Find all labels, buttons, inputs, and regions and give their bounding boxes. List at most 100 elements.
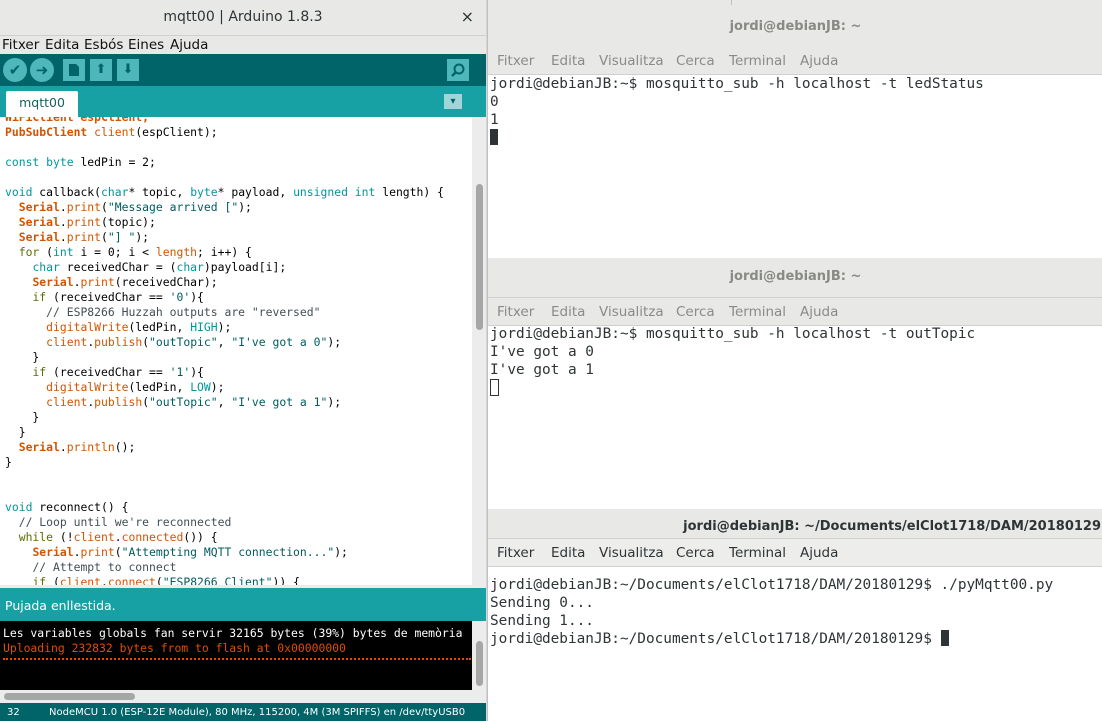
- tab-mqtt00[interactable]: mqtt00: [6, 91, 78, 117]
- menu-fitxer[interactable]: Fitxer: [497, 545, 534, 561]
- code-line: // Loop until we're reconnected: [18, 515, 232, 529]
- terminal-line: jordi@debianJB:~/Documents/elClot1718/DA…: [490, 577, 1054, 593]
- menu-edita[interactable]: Edita: [551, 53, 585, 69]
- chevron-down-icon[interactable]: ▾: [444, 94, 462, 109]
- menu-fitxer[interactable]: Fitxer: [2, 37, 39, 53]
- arduino-window: mqtt00 | Arduino 1.8.3 × Fitxer Edita Es…: [0, 0, 486, 721]
- terminal-menubar: Fitxer Edita Visualitza Cerca Terminal A…: [488, 539, 1102, 567]
- console-line: Les variables globals fan servir 32165 b…: [3, 626, 463, 640]
- code-line: while (!client.connected()) {: [18, 530, 218, 544]
- code-line: for (int i = 0; i < length; i++) {: [18, 245, 252, 259]
- menu-ajuda[interactable]: Ajuda: [800, 304, 838, 320]
- divider: [731, 0, 732, 5]
- menu-terminal[interactable]: Terminal: [729, 53, 786, 69]
- console-hscroll-thumb[interactable]: [4, 693, 135, 700]
- sketch-tabbar: mqtt00 ▾: [0, 86, 486, 117]
- terminal-title: jordi@debianJB: ~/Documents/elClot1718/D…: [683, 519, 1101, 534]
- terminal-output[interactable]: jordi@debianJB:~$ mosquitto_sub -h local…: [490, 75, 984, 147]
- terminal-cursor: [490, 379, 499, 396]
- arduino-menubar: Fitxer Edita Esbós Eines Ajuda: [0, 36, 486, 54]
- menu-ajuda[interactable]: Ajuda: [170, 37, 208, 53]
- menu-fitxer[interactable]: Fitxer: [497, 304, 534, 320]
- arduino-titlebar: mqtt00 | Arduino 1.8.3 ×: [0, 0, 486, 36]
- menu-fitxer[interactable]: Fitxer: [497, 53, 534, 69]
- code-line: Serial.print(receivedChar);: [32, 275, 218, 289]
- menu-eines[interactable]: Eines: [128, 37, 164, 53]
- code-line: }: [5, 455, 12, 469]
- code-line: void reconnect() {: [5, 500, 129, 514]
- terminal-prompt: jordi@debianJB:~/Documents/elClot1718/DA…: [490, 631, 941, 647]
- line-number: 32: [7, 707, 20, 718]
- menu-edita[interactable]: Edita: [551, 545, 585, 561]
- upload-button[interactable]: ➜: [30, 58, 54, 82]
- terminal-line: jordi@debianJB:~$ mosquitto_sub -h local…: [490, 326, 976, 342]
- menu-edita[interactable]: Edita: [45, 37, 79, 53]
- arrow-up-icon: ⬆: [95, 62, 107, 77]
- arrow-right-icon: ➜: [35, 61, 49, 79]
- terminal-line: Sending 1...: [490, 613, 594, 629]
- close-icon[interactable]: ×: [461, 7, 474, 26]
- terminal-window-ledstatus: jordi@debianJB: ~ Fitxer Edita Visualitz…: [487, 0, 1102, 258]
- upload-progress-dots: [3, 658, 471, 664]
- editor-scroll-thumb[interactable]: [476, 184, 483, 330]
- code-line: digitalWrite(ledPin, HIGH);: [46, 320, 232, 334]
- code-line: Serial.print(topic);: [18, 215, 156, 229]
- code-line: if (receivedChar == '1'){: [32, 365, 204, 379]
- arrow-down-icon: ⬇: [122, 62, 134, 77]
- code-line: Serial.print("Message arrived [");: [18, 200, 252, 214]
- checkmark-icon: ✔: [8, 61, 22, 79]
- terminal-cursor: [490, 129, 498, 145]
- verify-button[interactable]: ✔: [3, 58, 27, 82]
- window-title: mqtt00 | Arduino 1.8.3: [163, 9, 323, 25]
- menu-visualitza[interactable]: Visualitza: [599, 545, 664, 561]
- code-line: Serial.print("Attempting MQTT connection…: [32, 545, 348, 559]
- terminal-line: Sending 0...: [490, 595, 594, 611]
- code-line: Serial.print("] ");: [18, 230, 150, 244]
- menu-ajuda[interactable]: Ajuda: [800, 53, 838, 69]
- code-line: char receivedChar = (char)payload[i];: [32, 260, 287, 274]
- menu-esbos[interactable]: Esbós: [84, 37, 123, 53]
- code-line: // Attempt to connect: [32, 560, 177, 574]
- code-line: if (client.connect("ESP8266 Client")) {: [32, 575, 300, 585]
- terminal-output[interactable]: jordi@debianJB:~/Documents/elClot1718/DA…: [490, 576, 1053, 648]
- terminal-cursor: [940, 630, 949, 646]
- menu-edita[interactable]: Edita: [551, 304, 585, 320]
- code-line: const byte ledPin = 2;: [5, 155, 156, 169]
- terminal-window-python: jordi@debianJB: ~/Documents/elClot1718/D…: [487, 509, 1102, 721]
- terminal-menubar: Fitxer Edita Visualitza Cerca Terminal A…: [488, 47, 1102, 75]
- new-sketch-button[interactable]: [63, 59, 85, 81]
- code-line: client.publish("outTopic", "I've got a 1…: [46, 395, 342, 409]
- console-scroll-thumb[interactable]: [476, 641, 483, 686]
- output-console: Les variables globals fan servir 32165 b…: [0, 621, 472, 690]
- serial-monitor-button[interactable]: [447, 59, 469, 81]
- menu-terminal[interactable]: Terminal: [729, 304, 786, 320]
- menu-visualitza[interactable]: Visualitza: [599, 304, 664, 320]
- code-line: Serial.println();: [18, 440, 136, 454]
- code-line: // ESP8266 Huzzah outputs are "reversed": [46, 305, 321, 319]
- code-line: }: [5, 350, 40, 364]
- code-line: client.publish("outTopic", "I've got a 0…: [46, 335, 342, 349]
- terminal-line: I've got a 1: [490, 362, 594, 378]
- terminal-titlebar: jordi@debianJB: ~: [488, 0, 1102, 48]
- menu-ajuda[interactable]: Ajuda: [800, 545, 838, 561]
- arduino-toolbar: ✔ ➜ ⬆ ⬇: [0, 54, 486, 86]
- menu-cerca[interactable]: Cerca: [676, 545, 715, 561]
- menu-cerca[interactable]: Cerca: [676, 304, 715, 320]
- menu-visualitza[interactable]: Visualitza: [599, 53, 664, 69]
- terminal-title: jordi@debianJB: ~: [729, 269, 862, 284]
- save-button[interactable]: ⬇: [117, 59, 139, 81]
- code-line: }: [5, 425, 26, 439]
- menu-terminal[interactable]: Terminal: [729, 545, 786, 561]
- menu-cerca[interactable]: Cerca: [676, 53, 715, 69]
- code-editor[interactable]: WiFiClient espClient; PubSubClient client…: [0, 117, 472, 585]
- board-info: NodeMCU 1.0 (ESP-12E Module), 80 MHz, 11…: [49, 707, 466, 718]
- terminal-menubar: Fitxer Edita Visualitza Cerca Terminal A…: [488, 298, 1102, 326]
- open-button[interactable]: ⬆: [90, 59, 112, 81]
- terminal-line: jordi@debianJB:~$ mosquitto_sub -h local…: [490, 76, 984, 92]
- terminal-line: 0: [490, 94, 499, 110]
- code-line: }: [5, 410, 40, 424]
- terminal-output[interactable]: jordi@debianJB:~$ mosquitto_sub -h local…: [490, 325, 975, 398]
